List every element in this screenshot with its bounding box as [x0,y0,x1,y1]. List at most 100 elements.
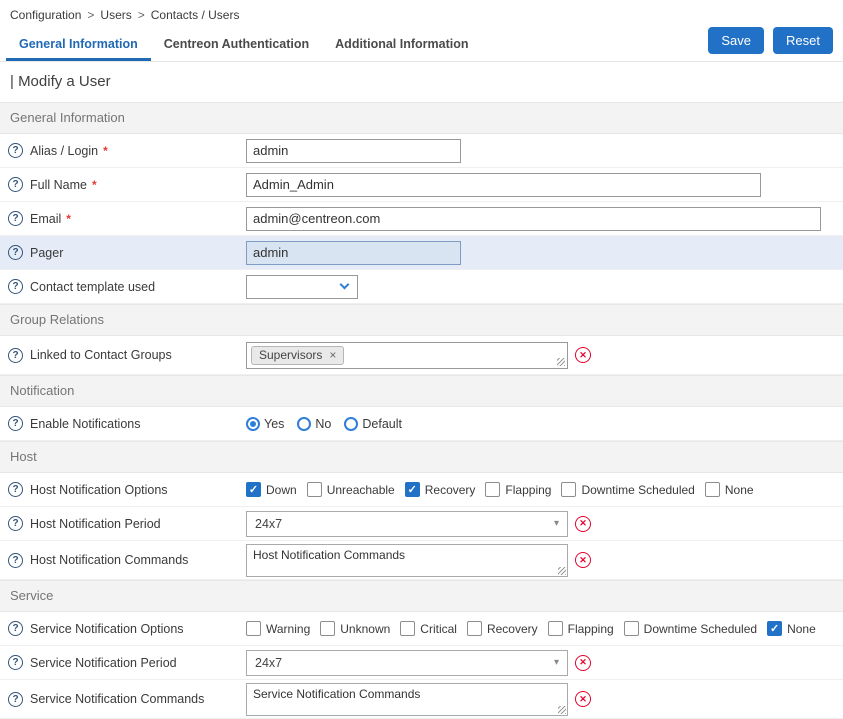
help-icon[interactable]: ? [8,655,23,670]
help-icon[interactable]: ? [8,516,23,531]
clear-field-icon[interactable]: ✕ [575,552,591,568]
selected-chip: Supervisors × [251,346,344,365]
contact-template-select[interactable] [246,275,358,299]
radio-option-no[interactable]: No [297,417,331,431]
service-notification-period-select[interactable]: 24x7 ▾ [246,650,568,676]
form-row-service-notification-commands: ? Service Notification Commands Service … [0,680,843,719]
clear-field-icon[interactable]: ✕ [575,655,591,671]
checkbox-icon[interactable] [705,482,720,497]
breadcrumb-item-contacts-users[interactable]: Contacts / Users [151,8,240,22]
radio-option-default[interactable]: Default [344,417,402,431]
checkbox-option-down[interactable]: Down [246,482,297,497]
section-title: Host [0,441,843,473]
section-title: General Information [0,102,843,134]
breadcrumb-item-configuration[interactable]: Configuration [10,8,81,22]
help-icon[interactable]: ? [8,553,23,568]
checkbox-option-critical[interactable]: Critical [400,621,457,636]
section-service: Service ? Service Notification Options W… [0,580,843,719]
checkbox-icon[interactable] [767,621,782,636]
clear-field-icon[interactable]: ✕ [575,691,591,707]
section-notification: Notification ? Enable Notifications Yes … [0,375,843,441]
help-icon[interactable]: ? [8,348,23,363]
tab-additional-information[interactable]: Additional Information [322,28,481,61]
checkbox-option-none[interactable]: None [767,621,816,636]
clear-field-icon[interactable]: ✕ [575,516,591,532]
checkbox-option-recovery[interactable]: Recovery [467,621,538,636]
radio-icon[interactable] [246,417,260,431]
tab-general-information[interactable]: General Information [6,28,151,61]
chevron-down-icon [340,280,350,290]
section-title: Notification [0,375,843,407]
form-row-full-name: ? Full Name * [0,168,843,202]
checkbox-icon[interactable] [467,621,482,636]
tab-centreon-authentication[interactable]: Centreon Authentication [151,28,322,61]
checkbox-option-recovery[interactable]: Recovery [405,482,476,497]
help-icon[interactable]: ? [8,143,23,158]
help-icon[interactable]: ? [8,692,23,707]
dropdown-arrow-icon: ▾ [554,657,559,668]
radio-option-yes[interactable]: Yes [246,417,284,431]
field-label: Full Name [30,178,87,192]
radio-icon[interactable] [297,417,311,431]
breadcrumb-item-users[interactable]: Users [100,8,131,22]
checkbox-icon[interactable] [400,621,415,636]
checkbox-label: Unreachable [327,483,395,497]
help-icon[interactable]: ? [8,482,23,497]
checkbox-option-unreachable[interactable]: Unreachable [307,482,395,497]
checkbox-icon[interactable] [485,482,500,497]
checkbox-icon[interactable] [405,482,420,497]
radio-label: Yes [264,417,284,431]
tab-bar: General Information Centreon Authenticat… [0,27,843,62]
field-label: Email [30,212,61,226]
full-name-input[interactable] [246,173,761,197]
help-icon[interactable]: ? [8,211,23,226]
checkbox-option-warning[interactable]: Warning [246,621,310,636]
page-title: | Modify a User [0,62,843,102]
radio-icon[interactable] [344,417,358,431]
section-title: Service [0,580,843,612]
form-row-contact-template: ? Contact template used [0,270,843,304]
chip-remove-icon[interactable]: × [329,349,336,361]
checkbox-option-flapping[interactable]: Flapping [548,621,614,636]
section-group-relations: Group Relations ? Linked to Contact Grou… [0,304,843,375]
field-label: Host Notification Period [30,517,161,531]
checkbox-icon[interactable] [320,621,335,636]
field-label: Service Notification Options [30,622,184,636]
checkbox-label: Recovery [487,622,538,636]
help-icon[interactable]: ? [8,621,23,636]
checkbox-option-downtime-scheduled[interactable]: Downtime Scheduled [624,621,757,636]
form-row-host-notification-commands: ? Host Notification Commands Host Notifi… [0,541,843,580]
help-icon[interactable]: ? [8,416,23,431]
checkbox-icon[interactable] [246,621,261,636]
pager-input[interactable] [246,241,461,265]
radio-label: Default [362,417,402,431]
required-marker: * [103,144,108,158]
radio-label: No [315,417,331,431]
help-icon[interactable]: ? [8,279,23,294]
checkbox-icon[interactable] [246,482,261,497]
host-notification-commands-textarea[interactable]: Host Notification Commands [246,544,568,577]
checkbox-option-downtime-scheduled[interactable]: Downtime Scheduled [561,482,694,497]
host-notification-period-select[interactable]: 24x7 ▾ [246,511,568,537]
service-notification-commands-textarea[interactable]: Service Notification Commands [246,683,568,716]
checkbox-icon[interactable] [624,621,639,636]
checkbox-label: Downtime Scheduled [644,622,757,636]
reset-button[interactable]: Reset [773,27,833,54]
clear-field-icon[interactable]: ✕ [575,347,591,363]
checkbox-icon[interactable] [548,621,563,636]
checkbox-icon[interactable] [561,482,576,497]
field-label: Contact template used [30,280,155,294]
checkbox-option-unknown[interactable]: Unknown [320,621,390,636]
help-icon[interactable]: ? [8,245,23,260]
checkbox-icon[interactable] [307,482,322,497]
field-label: Linked to Contact Groups [30,348,172,362]
linked-contact-groups-input[interactable]: Supervisors × [246,342,568,369]
help-icon[interactable]: ? [8,177,23,192]
checkbox-option-none[interactable]: None [705,482,754,497]
save-button[interactable]: Save [708,27,764,54]
alias-login-input[interactable] [246,139,461,163]
email-input[interactable] [246,207,821,231]
checkbox-option-flapping[interactable]: Flapping [485,482,551,497]
selected-value: 24x7 [255,656,282,670]
required-marker: * [92,178,97,192]
